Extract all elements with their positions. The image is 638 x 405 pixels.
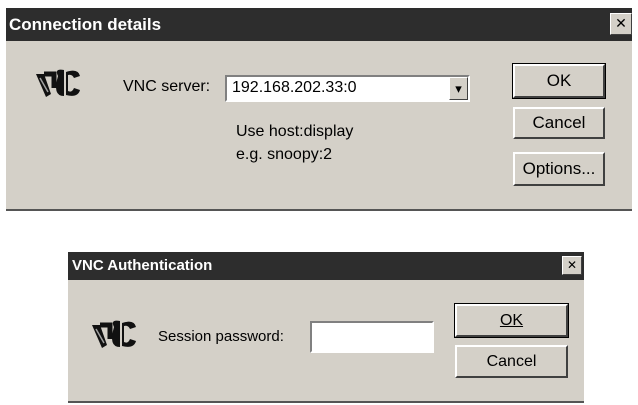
dropdown-button[interactable]: ▾ xyxy=(449,77,468,100)
vnc-server-label: VNC server: xyxy=(123,78,211,95)
hint-line-2: e.g. snoopy:2 xyxy=(236,146,333,163)
hint-line-1: Use host:display xyxy=(236,123,354,140)
close-icon: ✕ xyxy=(566,258,578,272)
dropdown-arrow-icon: ▾ xyxy=(455,81,462,96)
vnc-authentication-titlebar: VNC Authentication ✕ xyxy=(68,252,584,280)
close-button[interactable]: ✕ xyxy=(610,13,632,35)
vnc-logo-icon xyxy=(36,69,80,97)
close-button[interactable]: ✕ xyxy=(562,256,582,275)
ok-button[interactable]: OK xyxy=(512,63,606,99)
ok-button[interactable]: OK xyxy=(454,303,569,338)
connection-details-title: Connection details xyxy=(9,15,162,34)
options-button[interactable]: Options... xyxy=(513,152,605,186)
cancel-button-label: Cancel xyxy=(486,353,537,370)
vnc-server-input[interactable]: 192.168.202.33:0 xyxy=(232,79,357,97)
vnc-authentication-title: VNC Authentication xyxy=(72,257,213,274)
ok-button-label: OK xyxy=(546,71,572,90)
vnc-logo-icon xyxy=(92,320,136,348)
cancel-button[interactable]: Cancel xyxy=(455,345,568,378)
vnc-authentication-dialog: VNC Authentication ✕ Session password: O… xyxy=(68,252,584,403)
ok-button-label: OK xyxy=(499,312,524,329)
vnc-server-combobox[interactable]: 192.168.202.33:0 ▾ xyxy=(225,75,470,102)
close-icon: ✕ xyxy=(615,16,627,32)
connection-details-titlebar: Connection details ✕ xyxy=(6,8,632,41)
options-button-label: Options... xyxy=(522,159,596,178)
session-password-input[interactable] xyxy=(310,321,434,353)
connection-details-dialog: Connection details ✕ VNC server: 192.168… xyxy=(6,8,632,211)
cancel-button[interactable]: Cancel xyxy=(513,107,605,139)
cancel-button-label: Cancel xyxy=(532,113,586,132)
session-password-label: Session password: xyxy=(158,328,284,345)
